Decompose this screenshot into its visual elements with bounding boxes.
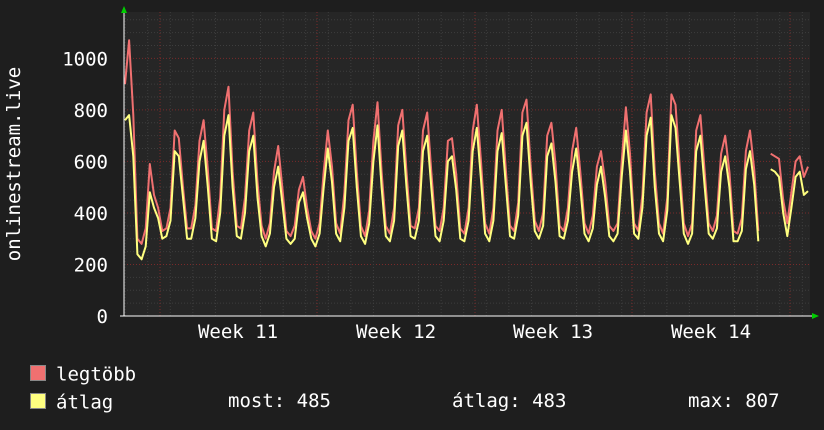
x-axis-arrow (812, 313, 819, 319)
y-tick-label-4: 800 (74, 100, 108, 122)
legend-swatch-avg (30, 392, 46, 409)
y-tick-label-5: 1000 (62, 48, 108, 70)
x-tick-label-3: Week 14 (671, 321, 751, 343)
plot-area (124, 12, 810, 316)
line-chart: 02004006008001000 Week 11 Week 12 Week 13 W… (3, 6, 819, 343)
stat-avg: átlag: 483 (452, 390, 567, 412)
legend-item-avg: átlag (30, 391, 114, 414)
y-tick-label-3: 600 (74, 151, 108, 173)
legend-swatch-max (30, 364, 46, 381)
stat-now: most: 485 (228, 390, 331, 412)
x-tick-labels: Week 11 Week 12 Week 13 Week 14 (198, 321, 751, 343)
y-tick-labels: 0 200 400 600 800 1000 (62, 48, 108, 328)
stat-max: max: 807 (688, 390, 780, 412)
legend-item-max: legtöbb (30, 363, 137, 386)
y-axis-arrow (121, 6, 127, 13)
legend-label-max: legtöbb (56, 363, 137, 386)
y-tick-label-2: 400 (74, 203, 108, 225)
y-tick-label-0: 0 (97, 306, 108, 328)
x-tick-label-2: Week 13 (513, 321, 593, 343)
y-axis-label: onlinestream.live (3, 67, 25, 261)
legend-label-avg: átlag (56, 391, 114, 414)
x-tick-label-1: Week 12 (356, 321, 436, 343)
y-tick-label-1: 200 (74, 254, 108, 276)
x-tick-label-0: Week 11 (198, 321, 278, 343)
